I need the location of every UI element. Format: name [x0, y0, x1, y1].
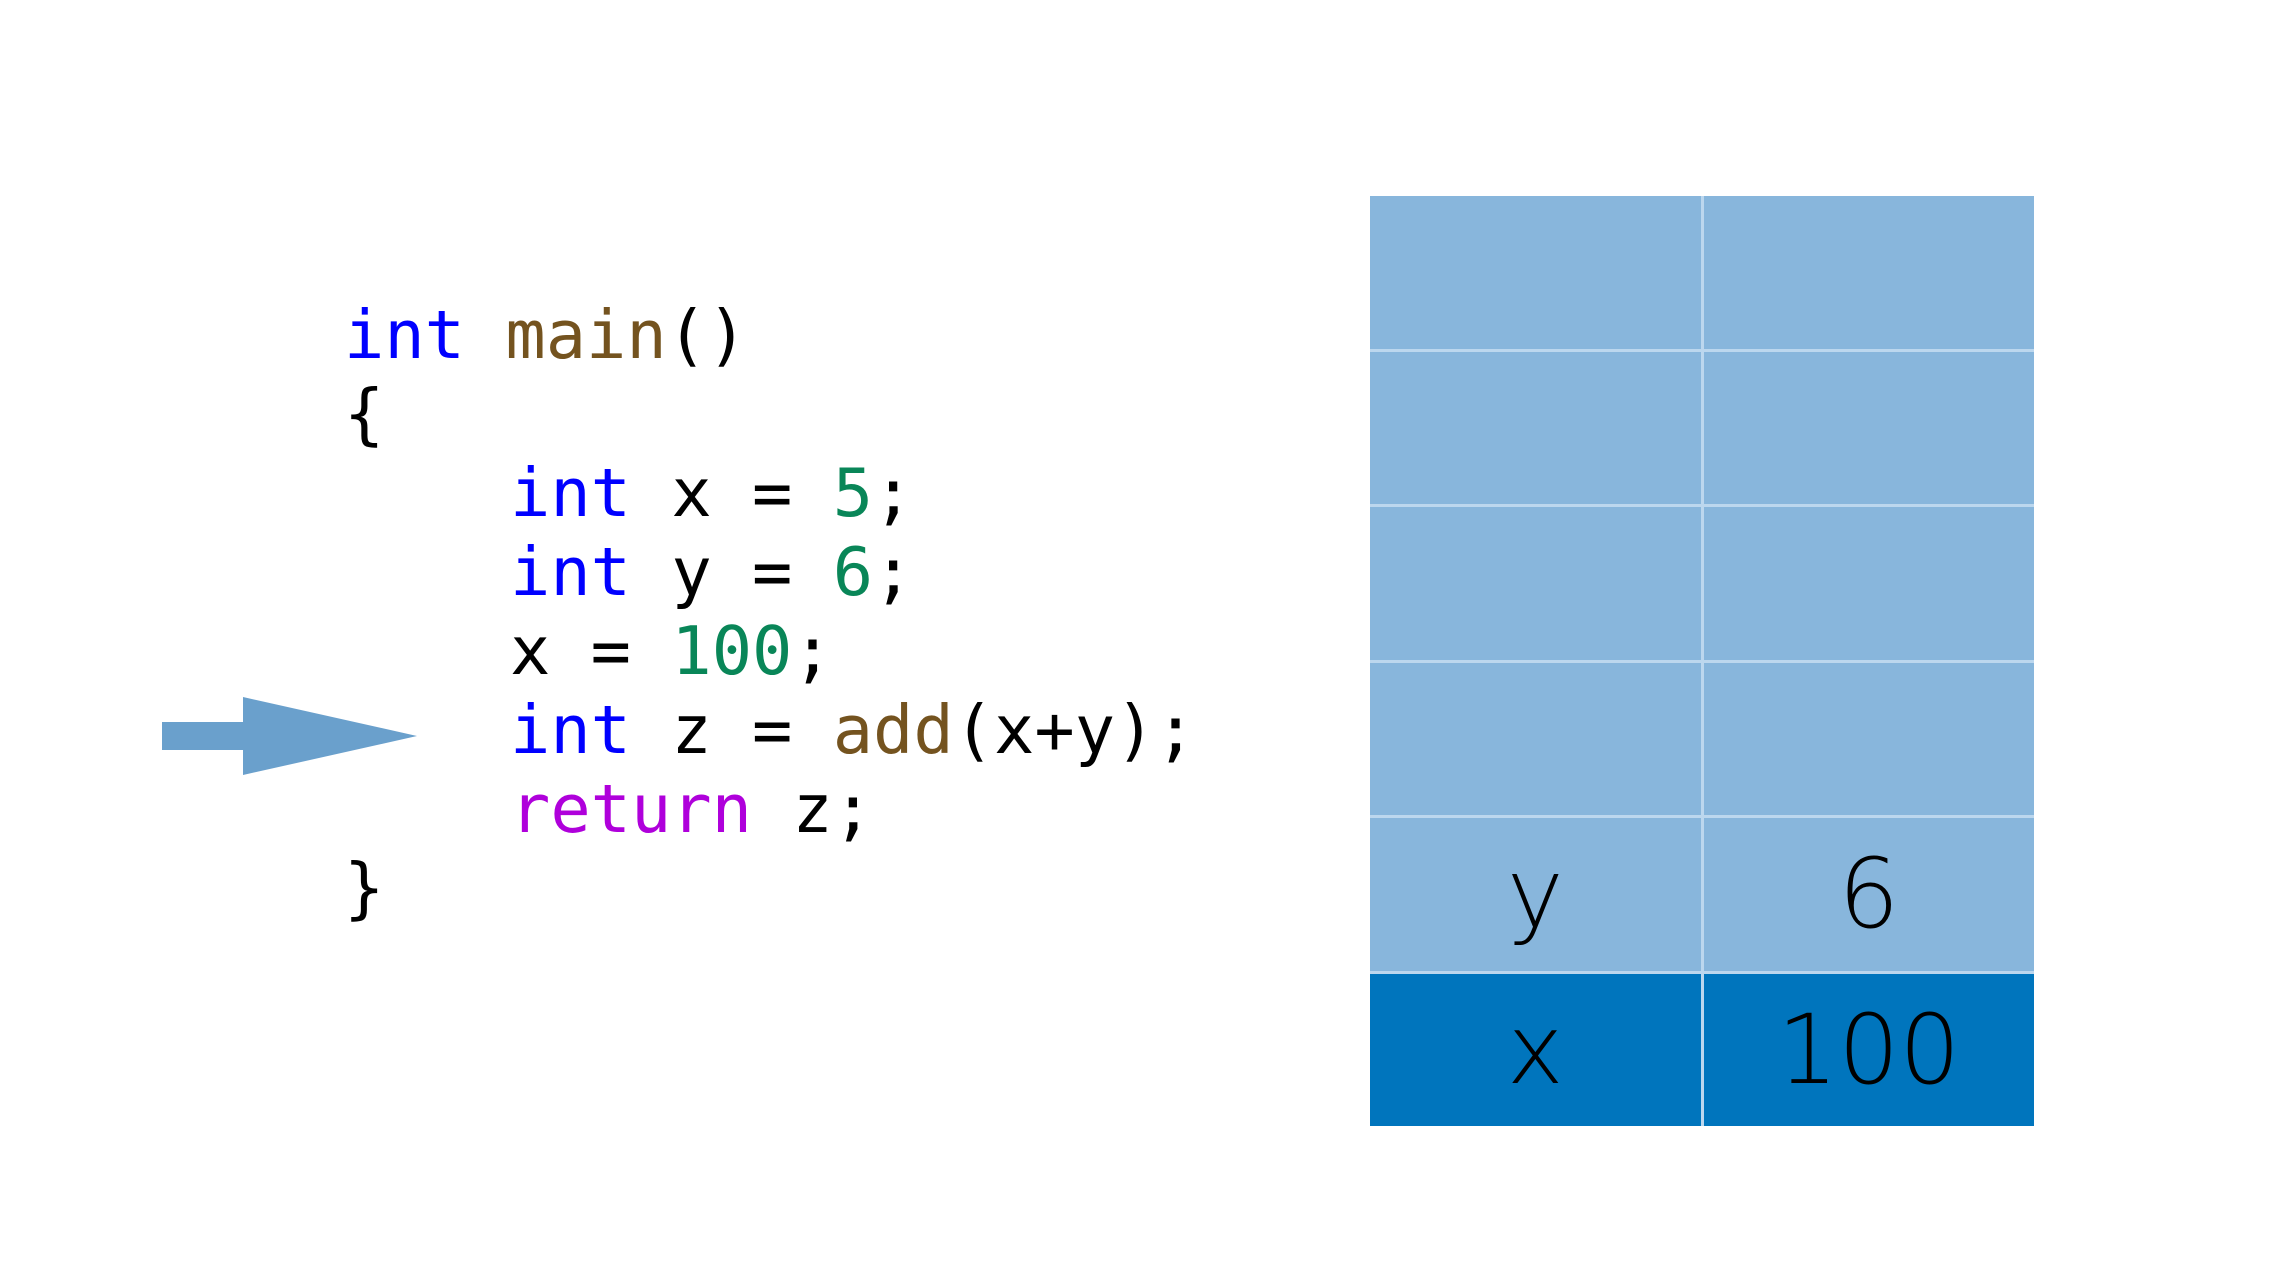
code-token: 100 [671, 612, 793, 690]
memory-cell-value [1703, 351, 2034, 504]
memory-cell-value: 100 [1703, 973, 2034, 1126]
code-token: return [510, 770, 753, 848]
memory-cell-value [1703, 196, 2034, 349]
current-line-arrow-icon [162, 697, 417, 775]
memory-cell-name: x [1370, 973, 1701, 1126]
code-token: int [510, 454, 632, 532]
code-line: return z; [344, 770, 1196, 849]
memory-cell-name [1370, 662, 1701, 815]
code-token: z; [752, 770, 874, 848]
code-line: int x = 5; [344, 454, 1196, 533]
code-listing: int main(){int x = 5; int y = 6; x = 100; i… [344, 296, 1196, 928]
memory-cell-value [1703, 507, 2034, 660]
memory-cell-name [1370, 196, 1701, 349]
code-line: } [344, 849, 1196, 928]
code-token: } [344, 849, 385, 927]
code-token: int [510, 691, 632, 769]
right-arrow-icon [162, 697, 417, 775]
code-token: int [344, 296, 466, 374]
code-token: int [510, 533, 632, 611]
code-line: { [344, 375, 1196, 454]
code-token: x = [631, 454, 833, 532]
code-token: main [505, 296, 667, 374]
code-token: 5 [832, 454, 874, 532]
code-token: ; [792, 612, 833, 690]
code-token: x = [510, 612, 672, 690]
code-token: ; [873, 454, 914, 532]
memory-cell-name [1370, 507, 1701, 660]
code-token: ; [873, 533, 914, 611]
memory-stack: y 6 x 100 [1370, 196, 2034, 1126]
code-token: () [666, 296, 748, 374]
code-token: (x+y); [953, 691, 1196, 769]
memory-cell-name [1370, 351, 1701, 504]
code-line: int main() [344, 296, 1196, 375]
memory-cell-value: 6 [1703, 818, 2034, 971]
code-line: int y = 6; [344, 533, 1196, 612]
code-token: 6 [832, 533, 874, 611]
code-token: z = [631, 691, 833, 769]
code-line: x = 100; [344, 612, 1196, 691]
code-token: { [344, 375, 385, 453]
code-token: add [832, 691, 954, 769]
memory-cell-value [1703, 662, 2034, 815]
code-line-current: int z = add(x+y); [344, 691, 1196, 770]
memory-cell-name: y [1370, 818, 1701, 971]
code-token: y = [631, 533, 833, 611]
